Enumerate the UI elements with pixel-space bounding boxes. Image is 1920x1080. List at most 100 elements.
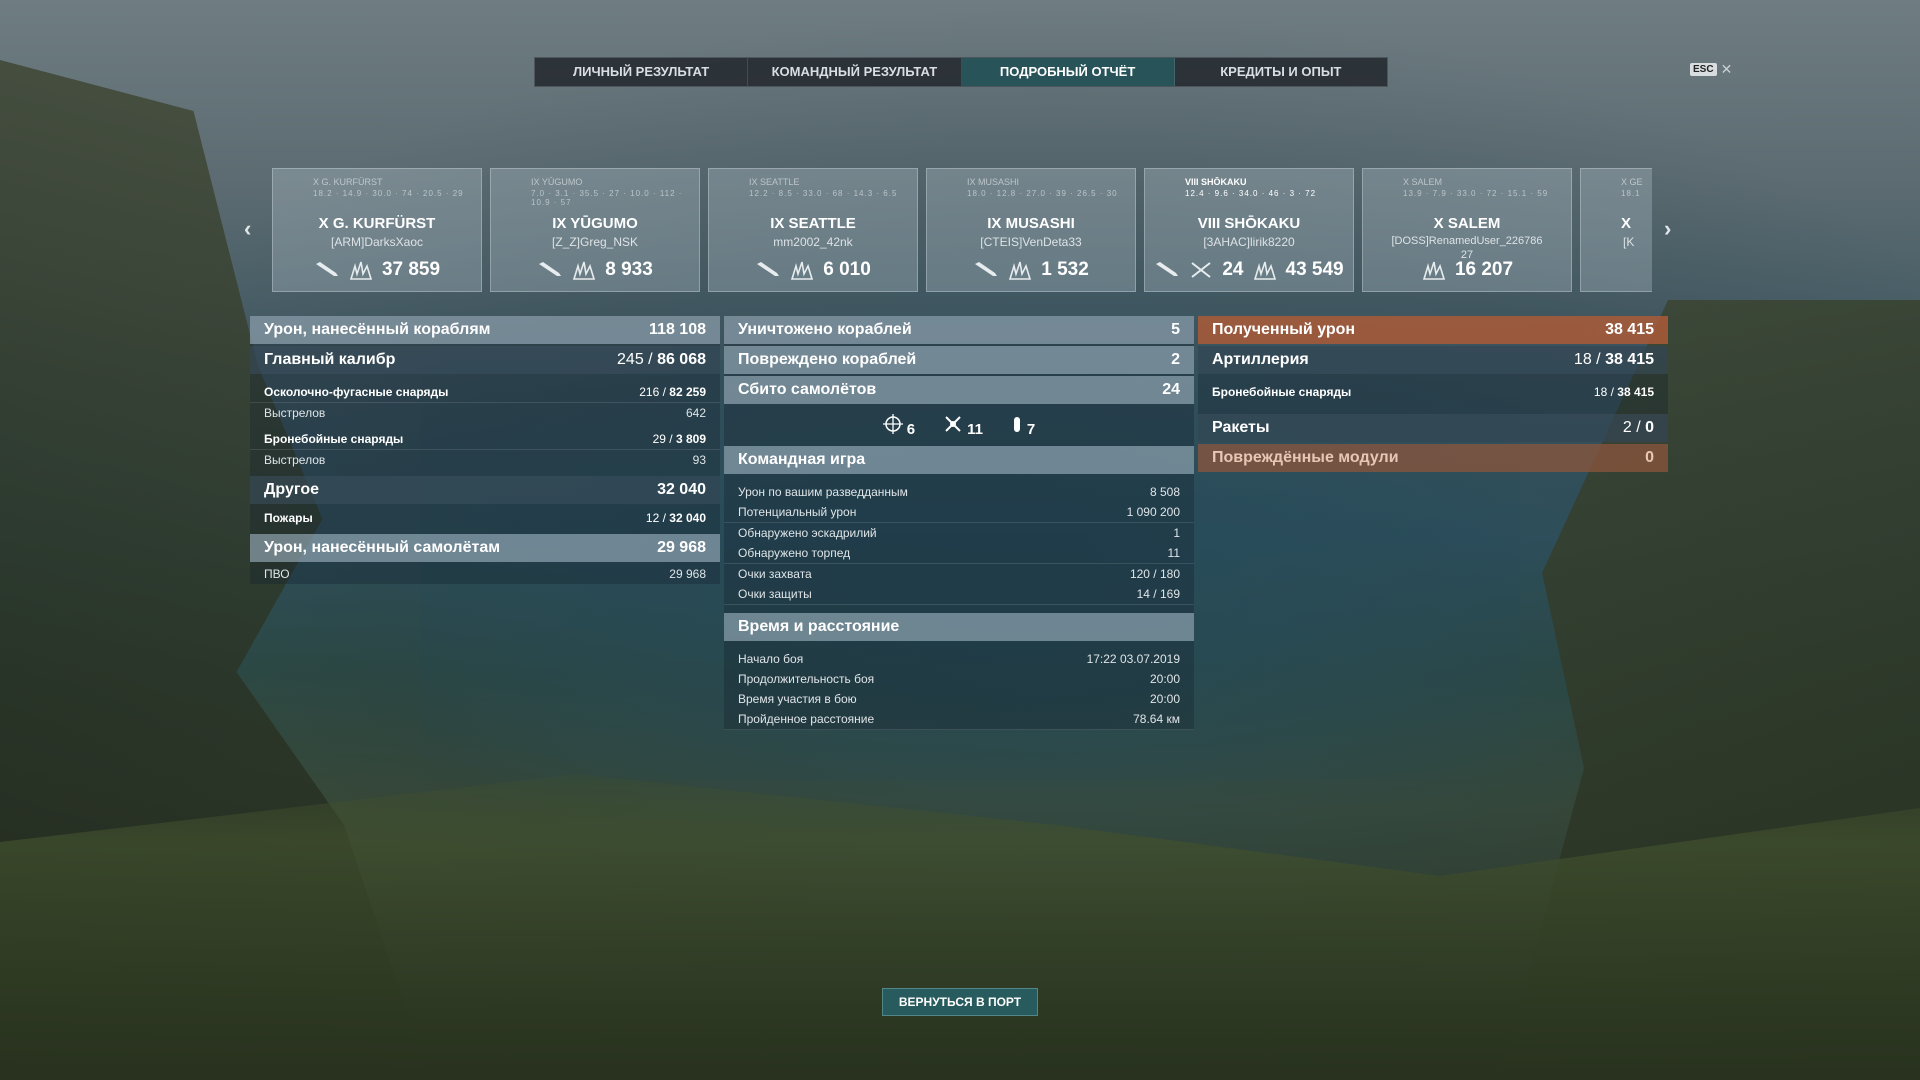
result-tabs: ЛИЧНЫЙ РЕЗУЛЬТАТ КОМАНДНЫЙ РЕЗУЛЬТАТ ПОД… [534,57,1388,87]
ship-card[interactable]: X GE 18.1 X [K [1580,168,1652,292]
team-stat-row: Очки захвата 120 / 180 [738,567,1180,581]
ship-card-stats: 18.1 [1621,189,1641,198]
shell-icon [975,262,998,276]
he-shells-row: Осколочно-фугасные снаряды 216 / 82 259 [250,382,720,403]
other-damage-row: Другое 32 040 [250,476,720,504]
ship-card-header: IX MUSASHI [967,177,1020,187]
player-name: [Z_Z]Greg_NSK [551,235,639,249]
ship-carousel: X G. KURFÜRST 18.2 · 14.9 · 30.0 · 74 · … [272,168,1652,292]
plane-shot-icon [1191,262,1211,278]
ship-card-header: X GE [1621,177,1643,187]
ship-card-header: X G. KURFÜRST [313,177,383,187]
team-stat-row: Очки защиты 14 / 169 [724,584,1194,605]
damage-value: 16 207 [1454,259,1514,280]
player-name: mm2002_42nk [773,235,853,249]
damage-value: 1 532 [1041,259,1089,280]
ship-card-stats: 18.0 · 12.8 · 27.0 · 39 · 26.5 · 30 [967,189,1118,198]
time-stat-row: Время участия в бою 20:00 [738,692,1180,706]
damage-received-panel: Полученный урон 38 415 Артиллерия 18 / 38… [1198,316,1668,474]
main-battery-row: Главный калибр 245 / 86 068 [250,346,720,374]
ship-card[interactable]: IX SEATTLE 12.2 · 8.5 · 33.0 · 68 · 14.3… [708,168,918,292]
ship-card[interactable]: X G. KURFÜRST 18.2 · 14.9 · 30.0 · 74 · … [272,168,482,292]
time-stat-row: Пройденное расстояние 78.64 км [724,709,1194,730]
ship-card-stats: 13.9 · 7.9 · 33.0 · 72 · 15.1 · 59 [1403,189,1549,198]
spotted-planes-stat: 11 [943,414,983,438]
team-play-header: Командная игра [724,446,1194,474]
ap-received-row: Бронебойные снаряды 18 / 38 415 [1212,385,1654,399]
player-name: [K [1623,235,1635,249]
tab-detailed-report[interactable]: ПОДРОБНЫЙ ОТЧЁТ [961,58,1175,86]
fires-row: Пожары 12 / 32 040 [264,511,706,525]
team-stat-row: Урон по вашим разведданным 8 508 [738,485,1180,499]
ship-card[interactable]: X SALEM 13.9 · 7.9 · 33.0 · 72 · 15.1 · … [1362,168,1572,292]
ship-card-result: 1 532 [927,259,1135,281]
tab-personal-result[interactable]: ЛИЧНЫЙ РЕЗУЛЬТАТ [535,58,749,86]
ship-card-result: 24 43 549 [1145,259,1353,281]
crosshair-icon [882,414,903,434]
ship-card-header: IX YŪGUMO [531,177,583,187]
esc-close[interactable]: ESC ✕ [1690,61,1732,78]
tab-team-result[interactable]: КОМАНДНЫЙ РЕЗУЛЬТАТ [748,58,962,86]
damage-value: 6 010 [823,259,871,280]
damage-value: 37 859 [381,259,441,280]
ap-shots-row: Выстрелов 93 [264,453,706,467]
time-stat-row: Начало боя 17:22 03.07.2019 [738,652,1180,666]
chevron-left-icon[interactable]: ‹ [244,216,251,242]
player-name: [3AHAC]lirik8220 [1203,235,1295,249]
ship-card-header: VIII SHŌKAKU [1185,177,1247,187]
plane-icon [945,416,961,432]
damage-value: 43 549 [1285,259,1344,280]
ship-card-header: X SALEM [1403,177,1443,187]
planes-shot-down-row: Сбито самолётов 24 [724,376,1194,404]
return-to-port-button[interactable]: ВЕРНУТЬСЯ В ПОРТ [882,988,1038,1016]
shell-icon [757,262,780,276]
ship-card-stats: 7.0 · 3.1 · 35.5 · 27 · 10.0 · 112 · 10.… [531,189,683,207]
team-stat-row: Обнаружено торпед 11 [724,543,1194,564]
ship-name: X SALEM [1433,215,1501,232]
damage-value: 8 933 [605,259,653,280]
ship-card[interactable]: IX MUSASHI 18.0 · 12.8 · 27.0 · 39 · 26.… [926,168,1136,292]
ship-card[interactable]: VIII SHŌKAKU 12.4 · 9.6 · 34.0 · 46 · 3 … [1144,168,1354,292]
player-name: [ARM]DarksXaoc [330,235,424,249]
ships-destroyed-row: Уничтожено кораблей 5 [724,316,1194,344]
spotting-icons-row: 6 11 7 [724,406,1194,446]
player-name: [DOSS]RenamedUser_226786 [1391,235,1543,247]
time-stat-row: Продолжительность боя 20:00 [738,672,1180,686]
damage-icon [1422,261,1446,280]
ap-shells-row: Бронебойные снаряды 29 / 3 809 [250,429,720,450]
shell-icon [1156,262,1179,276]
ship-card-result: 16 207 [1363,259,1571,281]
ship-name: X G. KURFÜRST [318,215,436,232]
artillery-row: Артиллерия 18 / 38 415 [1198,346,1668,374]
damage-icon [573,261,596,280]
damaged-modules-row: Повреждённые модули 0 [1198,444,1668,472]
ship-card-stats: 12.4 · 9.6 · 34.0 · 46 · 3 · 72 [1185,189,1317,198]
damage-received-row: Полученный урон 38 415 [1198,316,1668,344]
close-icon[interactable]: ✕ [1721,61,1733,78]
ship-name: IX YŪGUMO [552,215,638,232]
tab-credits-and-xp[interactable]: КРЕДИТЫ И ОПЫТ [1175,58,1387,86]
damage-dealt-panel: Урон, нанесённый кораблям 118 108 Главный… [250,316,720,584]
he-shots-row: Выстрелов 642 [264,406,706,420]
spotted-ships-stat: 6 [882,414,915,438]
ship-card-result: 37 859 [273,259,481,281]
shell-icon [315,262,338,276]
ship-name: IX SEATTLE [770,215,856,232]
torpedo-icon [1013,417,1020,432]
planes-value: 24 [1222,259,1244,280]
ship-card[interactable]: IX YŪGUMO 7.0 · 3.1 · 35.5 · 27 · 10.0 ·… [490,168,700,292]
ship-card-result: 8 933 [491,259,699,281]
damage-icon [349,261,373,280]
shell-icon [539,262,562,276]
player-name: [CTEIS]VenDeta33 [980,235,1082,249]
time-distance-header: Время и расстояние [724,613,1194,641]
spotted-torpedoes-stat: 7 [1011,414,1035,438]
chevron-right-icon[interactable]: › [1664,216,1671,242]
damage-to-ships-row: Урон, нанесённый кораблям 118 108 [250,316,720,344]
rockets-row: Ракеты 2 / 0 [1198,414,1668,442]
damage-icon [1253,261,1276,280]
team-stat-row: Обнаружено эскадрилий 1 [738,526,1180,540]
ship-card-stats: 18.2 · 14.9 · 30.0 · 74 · 20.5 · 29 [313,189,464,198]
ships-damaged-row: Повреждено кораблей 2 [724,346,1194,374]
ship-card-header: IX SEATTLE [749,177,800,187]
